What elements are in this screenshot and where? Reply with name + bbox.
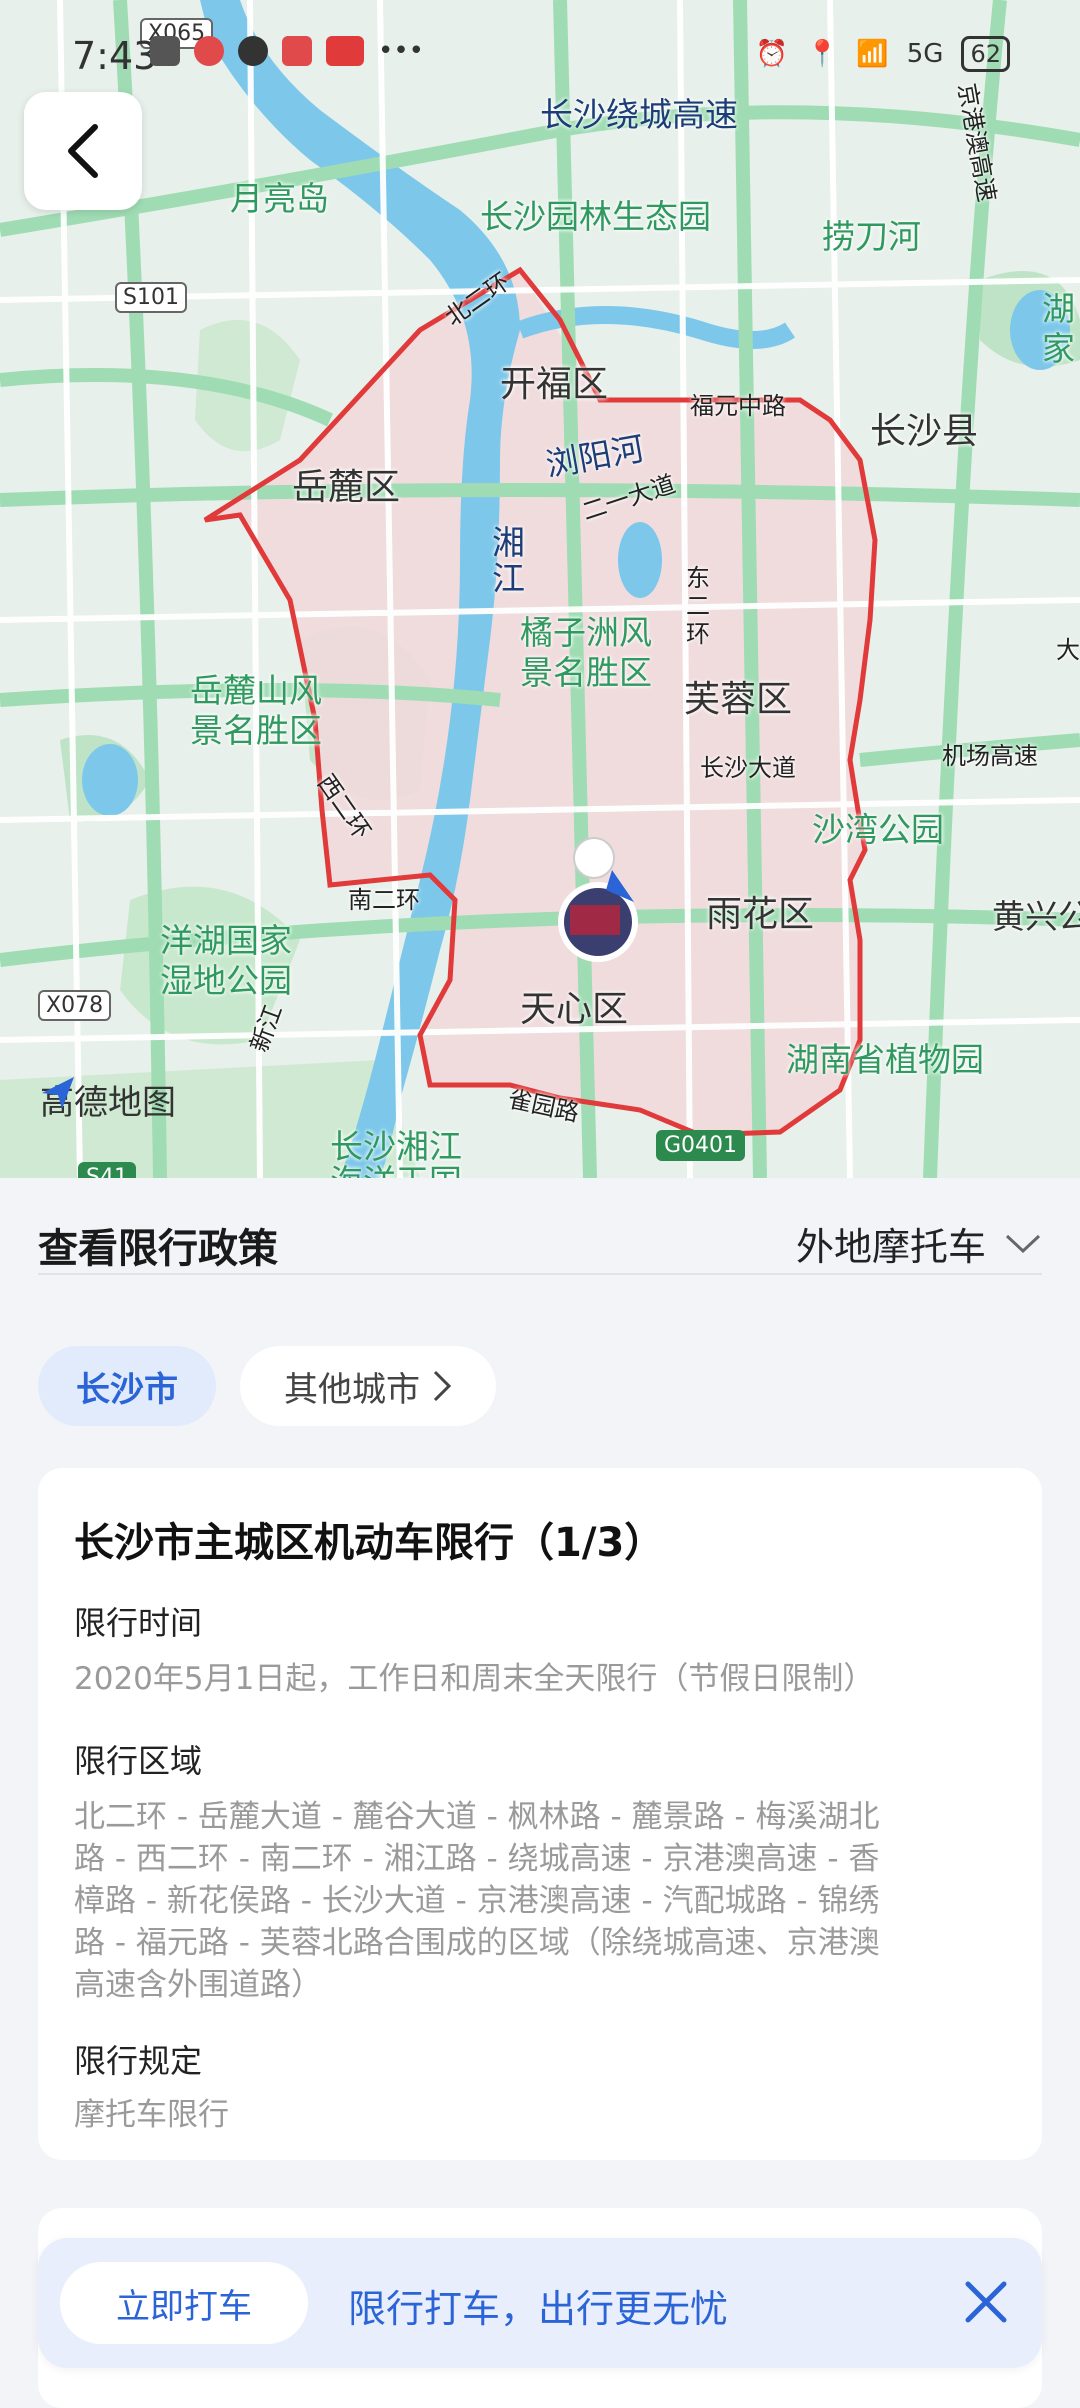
map-label-road: 长沙大道 <box>700 754 796 782</box>
more-icon: ••• <box>378 36 425 66</box>
other-cities-label: 其他城市 <box>284 1369 420 1410</box>
map-label-poi: 景名胜区 <box>520 653 652 692</box>
time-text: 2020年5月1日起，工作日和周末全天限行（节假日限制） <box>74 1661 875 1697</box>
map-label-poi: 长沙园林生态园 <box>480 197 711 236</box>
map-label-poi: 海洋王国 <box>330 1155 462 1178</box>
notification-icons: ••• <box>150 36 424 66</box>
status-bar: 7:43 ••• ⏰ 📍 📶 5G 62 <box>0 0 1080 110</box>
map-label-road: 南二环 <box>348 886 420 914</box>
sheet-title: 查看限行政策 <box>38 1226 278 1272</box>
map-label-poi: 月亮岛 <box>230 179 329 218</box>
amap-logo: 高德地图 <box>40 1075 176 1124</box>
rule-label: 限行规定 <box>74 2042 203 2080</box>
app-notification-icon <box>150 36 180 66</box>
map-label-poi: 湿地公园 <box>160 961 292 1000</box>
map-label-district: 天心区 <box>520 989 629 1030</box>
map-label-poi: 家 <box>1042 329 1075 368</box>
map-label-road: 江 <box>492 559 525 598</box>
chevron-right-icon <box>433 1370 452 1402</box>
policy-card-title: 长沙市主城区机动车限行（1/3） <box>74 1520 665 1566</box>
area-line: 路 - 福元路 - 芙蓉北路合围成的区域（除绕城高速、京港澳 <box>74 1925 880 1961</box>
status-time: 7:43 <box>72 34 158 78</box>
back-button[interactable] <box>24 92 142 210</box>
other-cities-button[interactable]: 其他城市 <box>240 1346 496 1426</box>
map-label-poi: 黄兴公 <box>992 897 1080 936</box>
road-sign: S41 <box>78 1162 136 1178</box>
chevron-down-icon <box>1005 1234 1041 1253</box>
policy-sheet: 查看限行政策 外地摩托车 长沙市 其他城市 长沙市主城区机动车限行（1/3） 限… <box>0 1178 1080 2408</box>
location-icon: 📍 <box>806 39 839 69</box>
alarm-icon: ⏰ <box>755 39 788 69</box>
map-label-district: 长沙县 <box>870 411 979 452</box>
map-label-poi: 景名胜区 <box>190 711 322 750</box>
area-label: 限行区域 <box>74 1742 203 1780</box>
map-label-road: 环 <box>686 620 710 648</box>
road-sign: S101 <box>115 282 187 313</box>
map-label-poi: 捞刀河 <box>822 217 921 256</box>
wifi-icon: 📶 <box>856 39 889 69</box>
map-label-road: 机场高速 <box>942 742 1038 770</box>
policy-card: 长沙市主城区机动车限行（1/3） 限行时间 2020年5月1日起，工作日和周末全… <box>38 1468 1042 2160</box>
banner-slogan: 限行打车，出行更无忧 <box>348 2287 729 2331</box>
app-notification-icon <box>194 36 224 66</box>
sheet-header: 查看限行政策 外地摩托车 <box>38 1198 1042 1275</box>
book-icon <box>282 36 312 66</box>
map-view[interactable]: 开福区 岳麓区 芙蓉区 雨花区 天心区 长沙县 月亮岛 长沙园林生态园 捞刀河 … <box>0 0 1080 1178</box>
network-type: 5G <box>906 39 944 69</box>
area-text: 北二环 - 岳麓大道 - 麓谷大道 - 枫林路 - 麓景路 - 梅溪湖北 路 -… <box>74 1796 1009 2006</box>
city-selector: 长沙市 其他城市 <box>38 1346 496 1426</box>
vehicle-type-dropdown[interactable]: 外地摩托车 <box>796 1216 1042 1271</box>
close-icon[interactable] <box>958 2274 1014 2330</box>
vehicle-type-label: 外地摩托车 <box>795 1225 986 1269</box>
navigation-arrow-icon <box>42 1077 74 1109</box>
news-icon <box>326 36 364 66</box>
road-sign: X078 <box>38 990 112 1021</box>
chat-icon <box>238 36 268 66</box>
chevron-left-icon <box>68 124 98 178</box>
map-label-district: 开福区 <box>500 364 609 405</box>
area-line: 樟路 - 新花侯路 - 长沙大道 - 京港澳高速 - 汽配城路 - 锦绣 <box>74 1883 880 1919</box>
hail-taxi-button[interactable]: 立即打车 <box>60 2262 308 2344</box>
system-icons: ⏰ 📍 📶 5G 62 <box>756 36 1010 72</box>
map-label-district: 岳麓区 <box>292 467 401 508</box>
map-label-district: 芙蓉区 <box>684 679 793 720</box>
road-sign: G0401 <box>656 1130 746 1161</box>
map-label-poi: 湖南省植物园 <box>786 1040 984 1079</box>
time-label: 限行时间 <box>74 1604 203 1642</box>
map-label-road: 福元中路 <box>690 392 786 420</box>
area-line: 北二环 - 岳麓大道 - 麓谷大道 - 枫林路 - 麓景路 - 梅溪湖北 <box>74 1799 880 1835</box>
city-chip-active[interactable]: 长沙市 <box>38 1346 216 1426</box>
rule-text: 摩托车限行 <box>74 2097 229 2133</box>
map-label-poi: 沙湾公园 <box>812 810 944 849</box>
map-label-road: 大 <box>1056 636 1080 664</box>
area-line: 高速含外围道路） <box>74 1967 322 2003</box>
taxi-banner: 立即打车 限行打车，出行更无忧 <box>38 2238 1042 2368</box>
battery-icon: 62 <box>961 36 1010 72</box>
area-line: 路 - 西二环 - 南二环 - 湘江路 - 绕城高速 - 京港澳高速 - 香 <box>74 1841 880 1877</box>
map-label-district: 雨花区 <box>706 894 815 935</box>
